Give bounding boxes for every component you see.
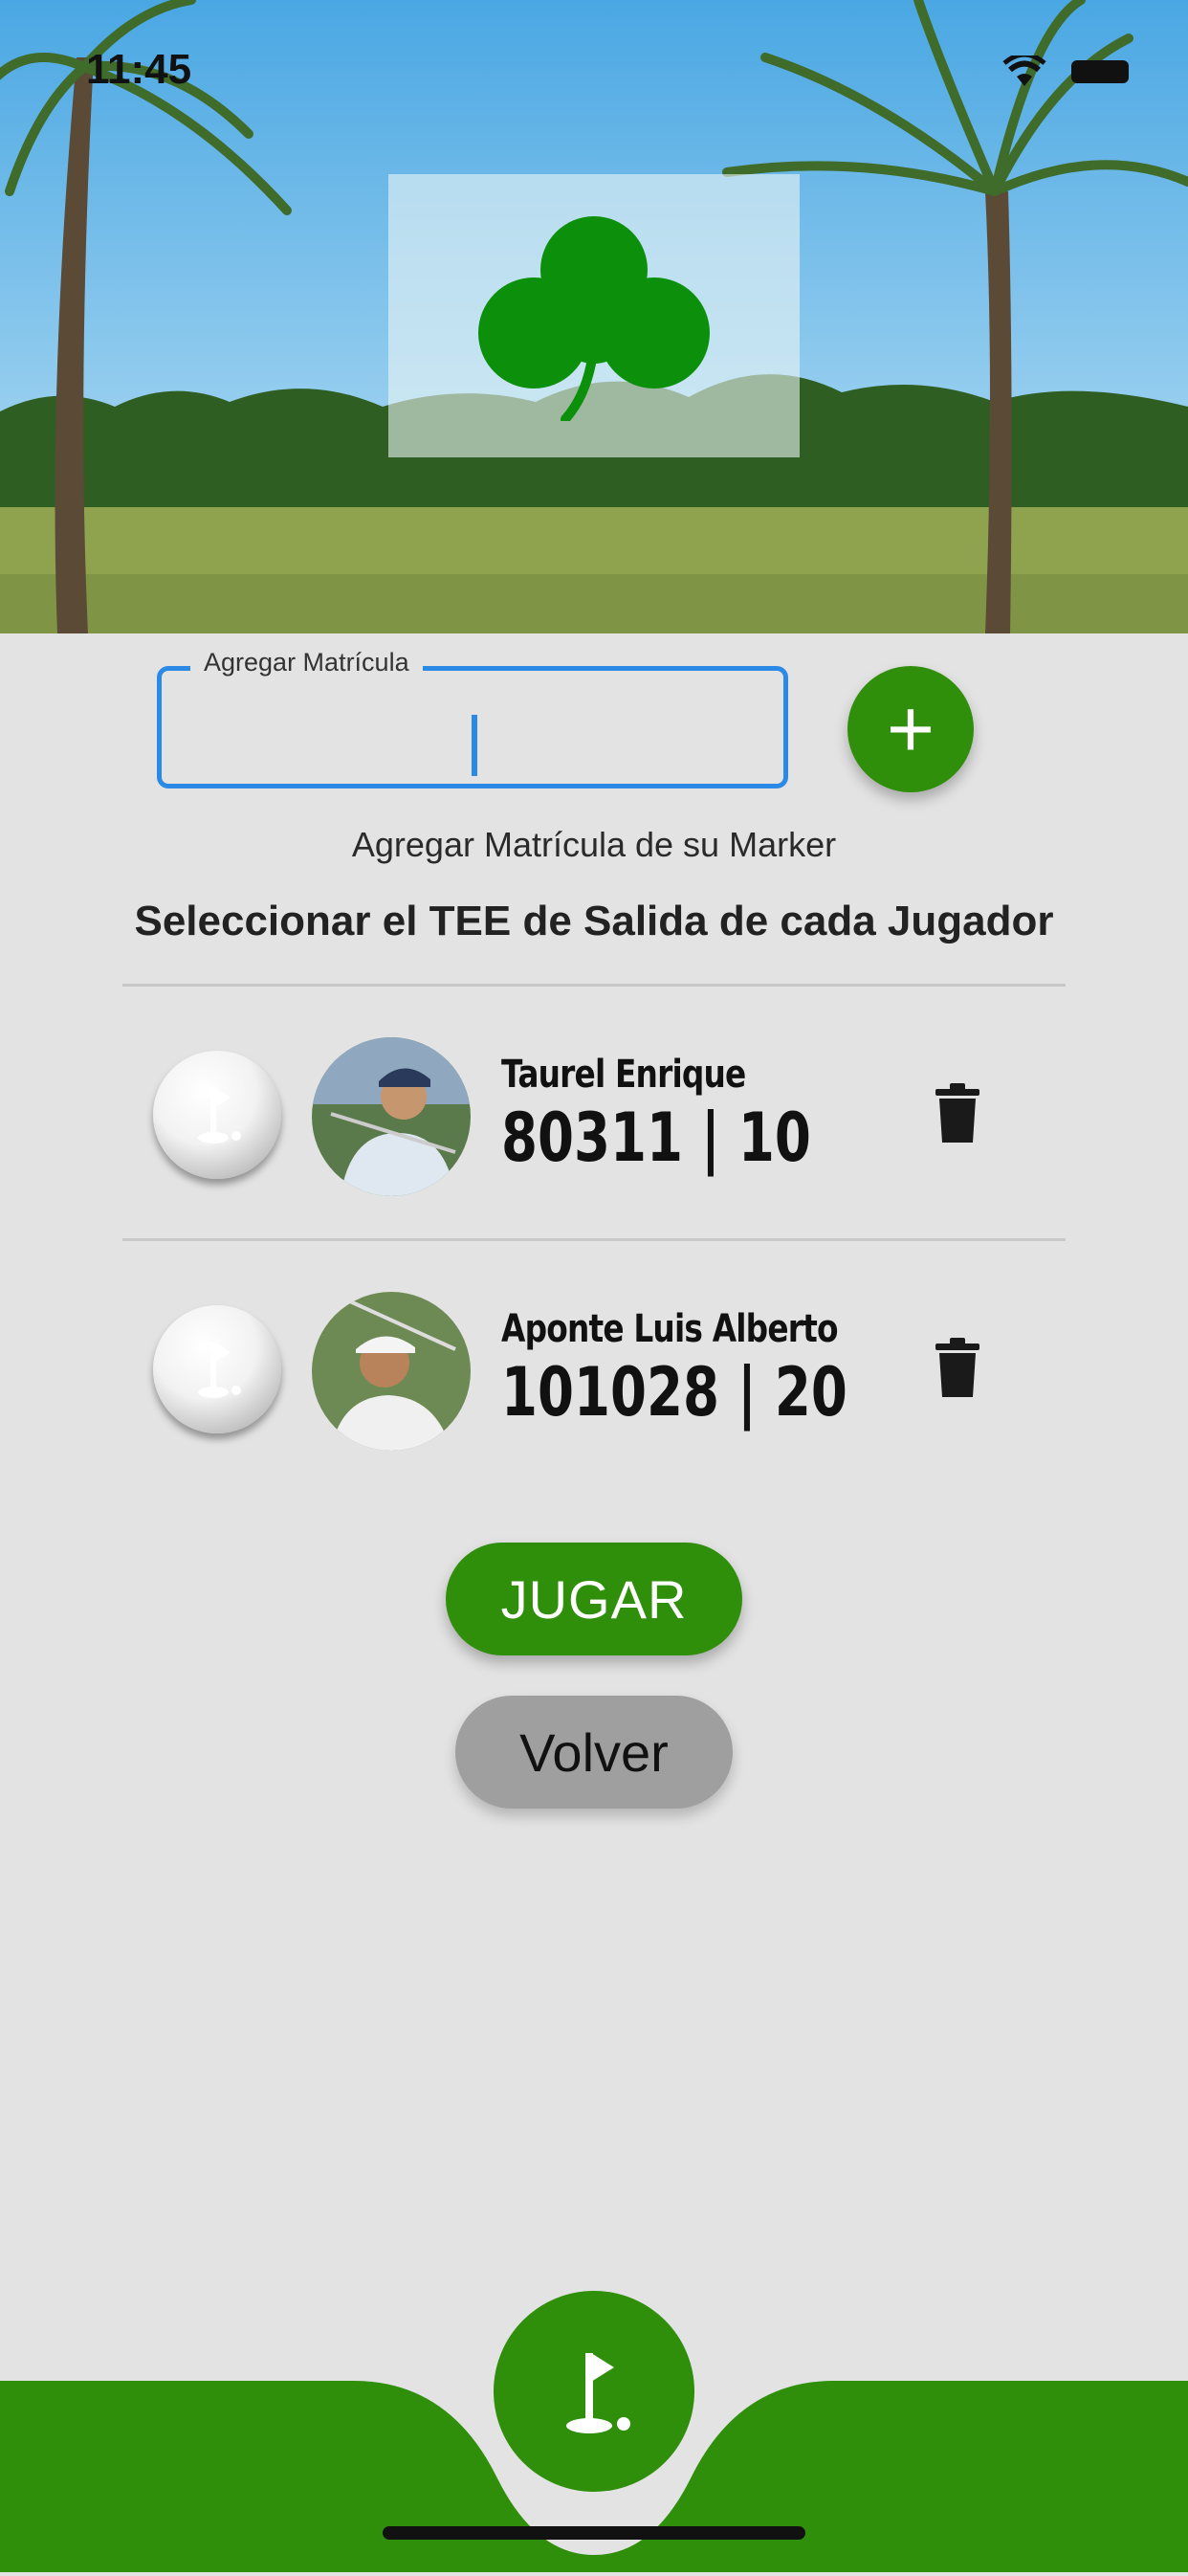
back-button[interactable]: Volver xyxy=(455,1696,733,1809)
delete-player-button[interactable] xyxy=(934,1338,981,1399)
player-row: Taurel Enrique 80311 | 10 xyxy=(0,1018,1188,1210)
divider xyxy=(122,984,1066,987)
divider xyxy=(122,1238,1066,1241)
home-indicator xyxy=(383,2526,805,2540)
wifi-icon xyxy=(1002,56,1046,88)
matricula-input-label: Agregar Matrícula xyxy=(190,648,423,677)
golf-flag-icon xyxy=(566,2353,630,2433)
avatar xyxy=(312,1037,471,1196)
clover-icon xyxy=(478,216,710,421)
section-title: Seleccionar el TEE de Salida de cada Jug… xyxy=(134,898,1054,944)
trash-icon xyxy=(935,1083,979,1143)
player-row: Aponte Luis Alberto 101028 | 20 xyxy=(0,1273,1188,1464)
status-icons xyxy=(1002,56,1129,88)
player-matricula-handicap: 80311 | 10 xyxy=(501,1099,811,1177)
tee-select-button[interactable] xyxy=(153,1051,281,1179)
player-name: Aponte Luis Alberto xyxy=(501,1307,839,1351)
avatar xyxy=(312,1292,471,1451)
matricula-input[interactable]: Agregar Matrícula xyxy=(157,648,788,788)
golf-flag-icon xyxy=(198,1343,241,1398)
text-cursor xyxy=(472,715,477,776)
delete-player-button[interactable] xyxy=(934,1083,981,1144)
golf-flag-fab-button[interactable] xyxy=(494,2291,694,2492)
battery-icon xyxy=(1071,60,1129,83)
status-time: 11:45 xyxy=(86,46,192,93)
player-name: Taurel Enrique xyxy=(501,1053,746,1097)
helper-text: Agregar Matrícula de su Marker xyxy=(351,825,837,864)
club-logo xyxy=(388,174,800,457)
tee-select-button[interactable] xyxy=(153,1305,281,1433)
player-matricula-handicap: 101028 | 20 xyxy=(501,1353,847,1432)
add-player-button[interactable]: + xyxy=(847,666,974,792)
play-button[interactable]: JUGAR xyxy=(446,1543,742,1655)
trash-icon xyxy=(935,1338,979,1397)
golf-flag-icon xyxy=(198,1088,241,1144)
